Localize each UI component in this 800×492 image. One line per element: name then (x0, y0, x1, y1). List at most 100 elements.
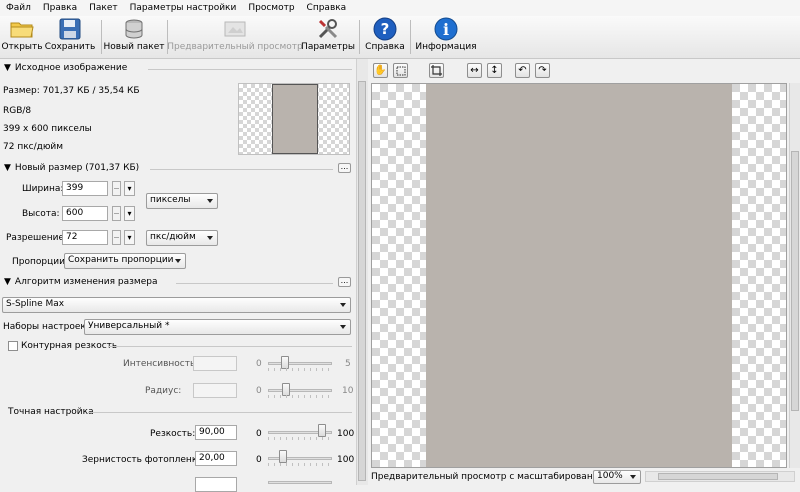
partial-row-slider[interactable] (268, 481, 332, 484)
menu-edit[interactable]: Правка (37, 3, 83, 13)
intensity-min: 0 (256, 359, 262, 369)
dropdown-arrow-icon (207, 236, 213, 240)
height-input[interactable]: 600 (62, 206, 108, 221)
height-spinner[interactable] (112, 206, 121, 221)
algorithm-select[interactable]: S-Spline Max (2, 297, 351, 313)
source-thumbnail[interactable] (238, 83, 350, 155)
height-label: Высота: (22, 209, 60, 219)
resolution-unit-select[interactable]: пкс/дюйм (146, 230, 218, 246)
preview-panel: ✋ ↔ ↕ ↶ ↷ Предварительный просмотр с мас… (369, 59, 800, 485)
contour-sharpness-checkbox[interactable] (8, 341, 18, 351)
grain-slider[interactable] (268, 457, 332, 460)
grain-label: Зернистость фотопленки: (82, 455, 207, 465)
crop-icon[interactable] (429, 63, 444, 78)
slider-ticks (268, 395, 332, 398)
collapse-triangle-icon: ▼ (4, 163, 11, 173)
help-button[interactable]: ? Справка (364, 17, 406, 57)
settings-scrollbar[interactable] (356, 59, 368, 485)
toolbar-separator (101, 20, 102, 54)
width-input[interactable]: 399 (62, 181, 108, 196)
preview-image (426, 84, 732, 467)
scrollbar-thumb[interactable] (358, 81, 366, 481)
menu-settings[interactable]: Параметры настройки (124, 3, 243, 13)
algorithm-section-header[interactable]: ▼ Алгоритм изменения размера (4, 277, 157, 287)
unit-select[interactable]: пикселы (146, 193, 218, 209)
divider (148, 69, 352, 70)
radius-label: Радиус: (145, 386, 182, 396)
settings-panel: ▼ Исходное изображение Размер: 701,37 КБ… (0, 59, 356, 492)
preview-button[interactable]: Предварительный просмотр (167, 17, 303, 57)
scrollbar-thumb[interactable] (658, 473, 778, 480)
scrollbar-thumb[interactable] (791, 151, 799, 411)
open-button[interactable]: Открыть (1, 17, 43, 57)
divider (176, 283, 333, 284)
radius-slider[interactable] (268, 389, 332, 392)
grain-min: 0 (256, 455, 262, 465)
folder-icon (9, 17, 35, 41)
slider-ticks (268, 463, 332, 466)
more-options-button[interactable]: ... (338, 163, 351, 173)
svg-text:?: ? (381, 20, 390, 38)
info-icon: i (433, 17, 459, 41)
menu-view[interactable]: Просмотр (242, 3, 300, 13)
source-section-header[interactable]: ▼ Исходное изображение (4, 63, 127, 73)
grain-max: 100 (337, 455, 355, 465)
menu-help[interactable]: Справка (301, 3, 353, 13)
newsize-section-header[interactable]: ▼ Новый размер (701,37 КБ) (4, 163, 139, 173)
sharpness-input[interactable]: 90,00 (195, 425, 237, 440)
fit-width-icon[interactable]: ↔ (467, 63, 482, 78)
intensity-input[interactable] (193, 356, 237, 371)
grain-slider-thumb[interactable] (279, 450, 288, 463)
presets-select[interactable]: Универсальный * (84, 319, 351, 335)
proportions-select[interactable]: Сохранить пропорции (64, 253, 186, 269)
grain-input[interactable]: 20,00 (195, 451, 237, 466)
more-options-button[interactable]: ... (338, 277, 351, 287)
menu-file[interactable]: Файл (0, 3, 37, 13)
select-tool-icon[interactable] (393, 63, 408, 78)
menu-bar: Файл Правка Пакет Параметры настройки Пр… (0, 0, 800, 16)
radius-min: 0 (256, 386, 262, 396)
preview-vertical-scrollbar[interactable] (789, 83, 800, 468)
info-button[interactable]: i Информация (415, 17, 477, 57)
radius-input[interactable] (193, 383, 237, 398)
dropdown-arrow-icon (340, 325, 346, 329)
svg-text:i: i (443, 20, 449, 39)
zoom-select[interactable]: 100% (593, 470, 641, 484)
sharpness-min: 0 (256, 429, 262, 439)
source-size: Размер: 701,37 КБ / 35,54 КБ (3, 86, 140, 96)
slider-ticks (268, 368, 332, 371)
new-batch-button[interactable]: Новый пакет (104, 17, 165, 57)
source-pixels: 399 x 600 пикселы (3, 124, 92, 134)
resolution-menu-button[interactable]: ▾ (124, 230, 135, 245)
toolbar-separator (410, 20, 411, 54)
divider (108, 346, 352, 347)
hand-tool-icon[interactable]: ✋ (373, 63, 388, 78)
sharpness-label: Резкость: (150, 429, 196, 439)
intensity-max: 5 (345, 359, 351, 369)
rotate-right-icon[interactable]: ↷ (535, 63, 550, 78)
proportions-label: Пропорции: (12, 257, 68, 267)
resolution-spinner[interactable] (112, 230, 121, 245)
dropdown-arrow-icon (630, 475, 636, 479)
save-button[interactable]: Сохранить (45, 17, 95, 57)
parameters-button[interactable]: Параметры (301, 17, 355, 57)
menu-batch[interactable]: Пакет (83, 3, 124, 13)
toolbar: Открыть Сохранить Новый пакет Предварите… (0, 16, 800, 59)
source-mode: RGB/8 (3, 106, 32, 116)
fine-tuning-header: Точная настройка (8, 407, 94, 417)
width-spinner[interactable] (112, 181, 121, 196)
preview-icon (222, 17, 248, 41)
sharpness-slider-thumb[interactable] (318, 424, 327, 437)
height-menu-button[interactable]: ▾ (124, 206, 135, 221)
slider-ticks (268, 437, 332, 440)
preview-horizontal-scrollbar[interactable] (645, 471, 795, 482)
rotate-left-icon[interactable]: ↶ (515, 63, 530, 78)
intensity-slider[interactable] (268, 362, 332, 365)
dropdown-arrow-icon (340, 303, 346, 307)
fit-height-icon[interactable]: ↕ (487, 63, 502, 78)
source-dpi: 72 пкс/дюйм (3, 142, 64, 152)
preview-canvas[interactable] (371, 83, 787, 468)
resolution-input[interactable]: 72 (62, 230, 108, 245)
width-label: Ширина: (22, 184, 64, 194)
width-menu-button[interactable]: ▾ (124, 181, 135, 196)
